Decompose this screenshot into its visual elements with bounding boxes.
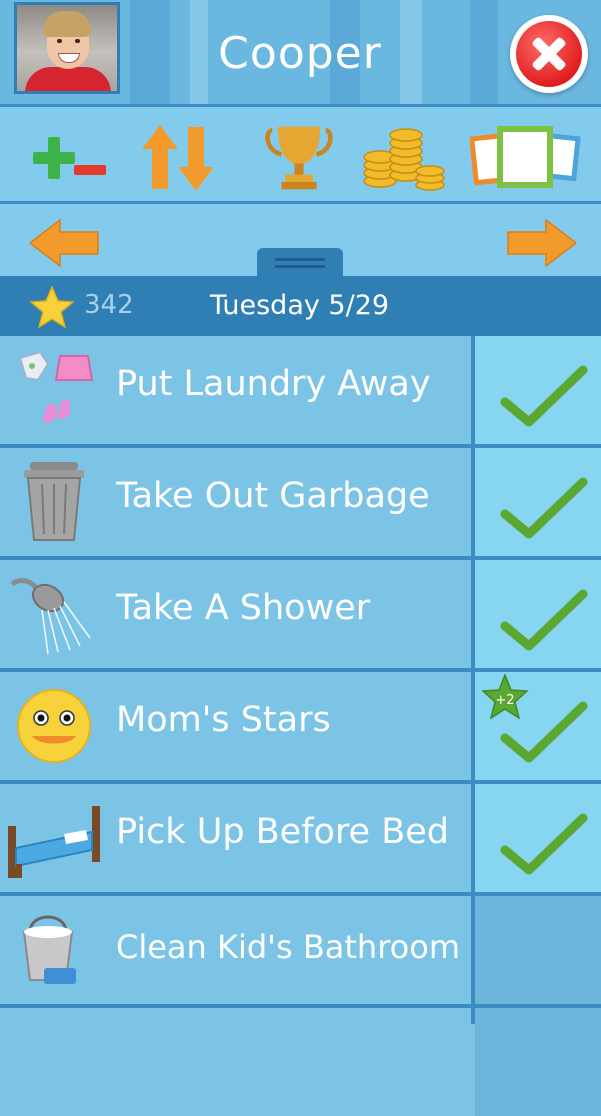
header-stripe <box>130 0 170 104</box>
header: Cooper <box>0 0 601 104</box>
checkmark-icon <box>500 365 588 427</box>
chore-button[interactable]: Take Out Garbage <box>0 448 471 556</box>
list-item: Clean Kid's Bathroom <box>0 896 601 1004</box>
checkmark-icon <box>500 477 588 539</box>
star-count: 342 <box>84 290 134 320</box>
avatar[interactable] <box>14 2 120 94</box>
bonus-label: +2 <box>495 693 514 708</box>
arrow-left-icon[interactable] <box>30 218 100 268</box>
bucket-icon <box>22 915 76 984</box>
chore-label: Take A Shower <box>116 588 371 628</box>
toolbar <box>0 104 601 204</box>
close-icon <box>516 21 582 87</box>
check-cell[interactable] <box>475 560 601 668</box>
smiley-face-icon <box>17 689 91 763</box>
picture-frames-icon[interactable] <box>470 123 582 193</box>
chore-button[interactable]: Take A Shower <box>0 560 471 668</box>
list-item: Take A Shower <box>0 560 601 668</box>
chore-button[interactable]: Pick Up Before Bed <box>0 784 471 892</box>
chore-label: Pick Up Before Bed <box>116 812 449 852</box>
chore-list: Put Laundry Away Take Out Garbage Take A… <box>0 336 601 1116</box>
date-label: Tuesday 5/29 <box>210 290 390 321</box>
sort-arrows-icon[interactable] <box>140 123 216 193</box>
bonus-star-icon: +2 <box>481 674 529 720</box>
laundry-icon <box>18 350 94 424</box>
status-bar: 342 Tuesday 5/29 <box>0 276 601 336</box>
chore-label: Put Laundry Away <box>116 364 431 404</box>
drawer-handle[interactable] <box>257 248 343 278</box>
coins-icon[interactable] <box>362 123 446 193</box>
chore-button[interactable]: Put Laundry Away <box>0 336 471 444</box>
close-button[interactable] <box>510 15 588 93</box>
chore-label: Take Out Garbage <box>116 476 430 516</box>
arrow-right-icon[interactable] <box>506 218 576 268</box>
chore-button[interactable]: Mom's Stars <box>0 672 471 780</box>
check-cell[interactable]: +2 <box>475 672 601 780</box>
trophy-icon[interactable] <box>262 123 336 193</box>
check-cell[interactable] <box>475 448 601 556</box>
header-stripe <box>470 0 498 104</box>
star-icon <box>30 286 74 328</box>
list-item: Mom's Stars +2 <box>0 672 601 780</box>
list-item: Pick Up Before Bed <box>0 784 601 892</box>
check-cell[interactable] <box>475 336 601 444</box>
list-item <box>0 1008 601 1116</box>
checkmark-icon <box>500 813 588 875</box>
list-item: Take Out Garbage <box>0 448 601 556</box>
shower-icon <box>10 578 91 655</box>
garbage-can-icon <box>24 462 84 541</box>
checkmark-icon <box>500 589 588 651</box>
check-cell[interactable] <box>475 896 601 1004</box>
list-item: Put Laundry Away <box>0 336 601 444</box>
chore-label: Mom's Stars <box>116 700 331 740</box>
chore-label: Clean Kid's Bathroom <box>116 928 460 966</box>
plus-minus-icon[interactable] <box>32 123 108 193</box>
page-title: Cooper <box>218 28 382 79</box>
check-cell[interactable] <box>475 784 601 892</box>
chore-button[interactable]: Clean Kid's Bathroom <box>0 896 471 1004</box>
bed-icon <box>8 806 100 878</box>
